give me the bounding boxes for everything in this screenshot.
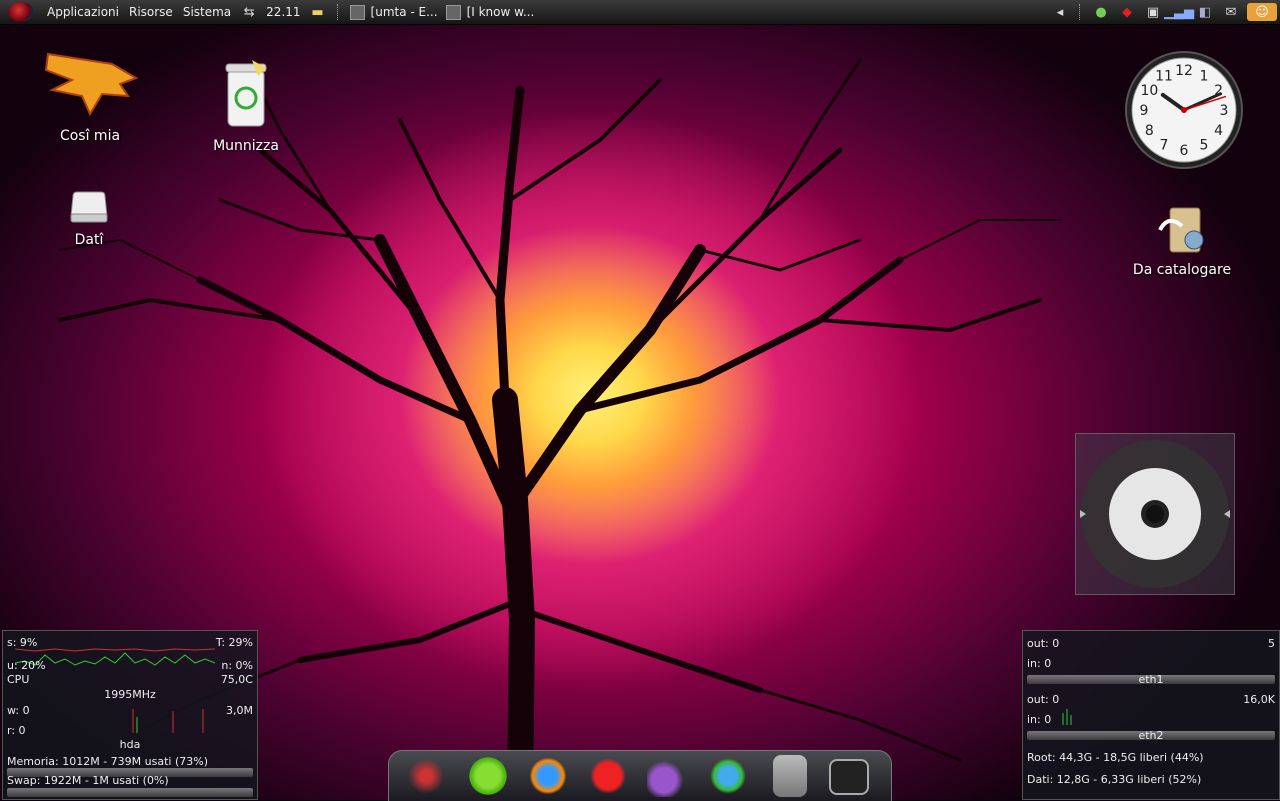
- taskbar-item-i-know[interactable]: [I know w...: [445, 4, 535, 20]
- ruby-gem-icon[interactable]: ◆: [1117, 3, 1137, 21]
- cpu-temperature: 75,0C: [220, 673, 253, 686]
- panel-clock[interactable]: 22.11: [262, 0, 304, 24]
- network-transfer-icon[interactable]: ⇆: [239, 3, 259, 21]
- dock: [388, 750, 892, 801]
- window-icon: [349, 4, 365, 20]
- swap-bar: [7, 788, 253, 797]
- volume-icon[interactable]: ◂: [1050, 3, 1070, 21]
- memory-text: Memoria: 1012M - 739M usati (73%): [7, 755, 208, 768]
- desktop-icon-dati[interactable]: Datî: [52, 190, 126, 248]
- system-monitor-left: s: 9% T: 29% u: 20% n: 0% CPU 75,0C 1995…: [2, 630, 258, 800]
- play-icon[interactable]: [467, 755, 509, 797]
- user-status-icon[interactable]: ●: [1091, 3, 1111, 21]
- desktop-icon-label: Munnizza: [213, 138, 279, 154]
- mail-icon[interactable]: ✉: [1221, 3, 1241, 21]
- terminal-icon[interactable]: [829, 759, 869, 795]
- analog-clock-widget[interactable]: 1234567891011 12: [1124, 50, 1244, 170]
- clock-numeral: 8: [1145, 123, 1154, 139]
- dati-disk-text: Dati: 12,8G - 6,33G liberi (52%): [1027, 773, 1202, 786]
- disk-read-text: r: 0: [7, 724, 26, 737]
- desktop-icon-label: Da catalogare: [1132, 262, 1232, 278]
- clock-numeral: 3: [1220, 103, 1229, 119]
- task-label: [I know w...: [466, 5, 535, 19]
- clock-numeral: 4: [1214, 123, 1223, 139]
- umta-eagle-logo-icon: [44, 52, 139, 117]
- disk-label: hda: [119, 738, 141, 751]
- menu-risorse[interactable]: Risorse: [124, 0, 178, 24]
- menu-applicazioni[interactable]: Applicazioni: [42, 0, 124, 24]
- clock-numeral: 12: [1175, 63, 1193, 79]
- clock-numeral: 9: [1140, 103, 1149, 119]
- signal-strength-icon[interactable]: ▁▃▅: [1164, 3, 1194, 21]
- eth1-in-text: in: 0: [1027, 657, 1052, 670]
- pidgin-icon[interactable]: [647, 755, 689, 797]
- system-monitor-right: out: 0 5 in: 0 eth1 out: 0 16,0K in: 0 e…: [1022, 630, 1280, 800]
- task-label: [umta - E...: [370, 5, 438, 19]
- messenger-icon[interactable]: [707, 755, 749, 797]
- clock-numeral: 1: [1200, 68, 1209, 84]
- eth2-label: eth2: [1138, 729, 1164, 742]
- cd-player-widget[interactable]: [1075, 433, 1235, 595]
- quake-icon[interactable]: [405, 755, 447, 797]
- taskbar-item-umta[interactable]: [umta - E...: [349, 4, 438, 20]
- system-tray: ◂ ● ◆ ▣ ▁▃▅ ◧ ✉ ☺: [1047, 0, 1280, 24]
- panel-separator: [1079, 4, 1082, 20]
- clock-numeral: 7: [1160, 138, 1169, 154]
- clock-numeral: 6: [1180, 143, 1189, 159]
- top-panel: Applicazioni Risorse Sistema ⇆ 22.11 ▬ […: [0, 0, 1280, 25]
- clock-numeral: 5: [1200, 138, 1209, 154]
- desktop-icon-munnizza[interactable]: Munnizza: [200, 58, 292, 154]
- desktop-icon-label: Datî: [74, 232, 104, 248]
- cpu-frequency: 1995MHz: [104, 688, 156, 701]
- swap-text: Swap: 1922M - 1M usati (0%): [7, 774, 169, 787]
- distro-logo-icon[interactable]: [8, 2, 34, 22]
- drive-icon: [70, 191, 108, 223]
- menu-sistema[interactable]: Sistema: [178, 0, 236, 24]
- cpu-nice-text: n: 0%: [221, 659, 253, 672]
- window-icon: [445, 4, 461, 20]
- skype-icon[interactable]: [587, 755, 629, 797]
- mail-folder-icon[interactable]: ▬: [308, 3, 328, 21]
- clock-center: [1181, 107, 1187, 113]
- desktop-icon-da-catalogare[interactable]: Da catalogare: [1126, 204, 1238, 278]
- cd-disc-icon: [1080, 440, 1230, 588]
- trash-icon: [225, 60, 267, 127]
- clock-numeral: 11: [1155, 68, 1173, 84]
- monitor-icon[interactable]: ▣: [1143, 3, 1163, 21]
- user-avatar-icon[interactable]: ☺: [1247, 3, 1277, 21]
- clock-numeral: 10: [1140, 83, 1158, 99]
- browser-icon[interactable]: [527, 755, 569, 797]
- desktop-icon-cosi-mia[interactable]: Cosî mia: [38, 44, 142, 144]
- panel-separator: [336, 4, 340, 20]
- folder-icon: [1158, 207, 1204, 253]
- eth1-label: eth1: [1138, 673, 1164, 686]
- root-disk-text: Root: 44,3G - 18,5G liberi (44%): [1027, 751, 1204, 764]
- file-cabinet-icon[interactable]: [773, 755, 807, 797]
- desktop-icon-label: Cosî mia: [59, 128, 121, 144]
- eth1-value: 5: [1268, 637, 1275, 650]
- eth2-in-text: in: 0: [1027, 713, 1052, 726]
- network-status-icon[interactable]: ◧: [1195, 3, 1215, 21]
